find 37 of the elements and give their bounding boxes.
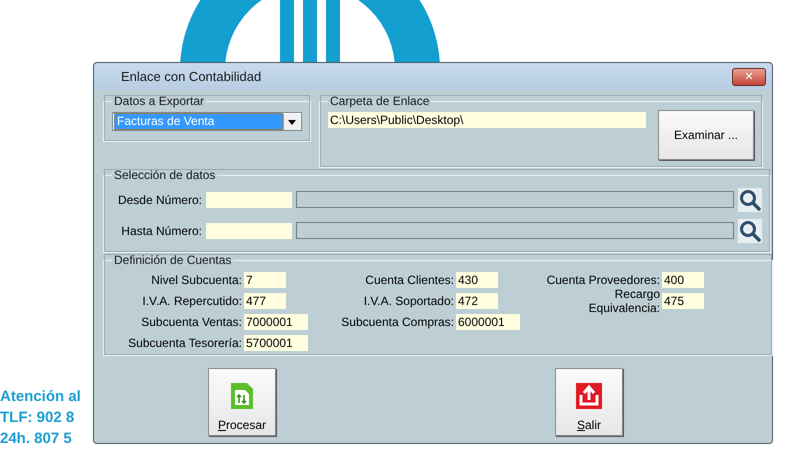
search-icon[interactable] (738, 188, 762, 212)
contact-text: 24h. 807 5 (0, 429, 73, 449)
field-label: Subcuenta Ventas: (140, 314, 242, 328)
number-field[interactable] (206, 192, 292, 208)
contact-text: Atención al (0, 387, 81, 407)
search-icon[interactable] (738, 218, 762, 242)
folder-path-field[interactable]: C:\Users\Public\Desktop\ (328, 112, 646, 128)
group-title: Datos a Exportar (113, 94, 206, 108)
group-title: Carpeta de Enlace (329, 94, 430, 108)
account-field[interactable]: 7000001 (244, 314, 308, 330)
field-label: Nivel Subcuenta: (150, 272, 242, 286)
field-label: Cuenta Proveedores: (546, 272, 660, 286)
field-label: I.V.A. Repercutido: (141, 294, 242, 308)
field-label: Recargo Equivalencia: (588, 286, 660, 314)
account-field[interactable]: 475 (662, 292, 704, 308)
field-label: Hasta Número: (120, 224, 202, 238)
browse-button[interactable]: Examinar ... (658, 110, 754, 160)
document-arrows-icon (228, 382, 256, 410)
field-label: Cuenta Clientes: (364, 272, 454, 286)
field-label: I.V.A. Soportado: (362, 294, 454, 308)
group-title: Definición de Cuentas (113, 253, 232, 267)
account-field[interactable]: 400 (662, 272, 704, 288)
process-button[interactable]: Procesar (208, 368, 276, 436)
account-field[interactable]: 5700001 (244, 334, 308, 350)
group-title: Selección de datos (113, 168, 216, 182)
account-field[interactable]: 472 (456, 292, 498, 308)
account-field[interactable]: 430 (456, 272, 498, 288)
number-field[interactable] (206, 222, 292, 238)
account-field[interactable]: 6000001 (456, 314, 520, 330)
field-label: Subcuenta Compras: (340, 314, 454, 328)
exit-button[interactable]: Salir (555, 368, 623, 436)
account-field[interactable]: 7 (244, 272, 286, 288)
window-title: Enlace con Contabilidad (121, 69, 262, 84)
field-label: Subcuenta Tesorería: (127, 336, 242, 350)
contact-text: TLF: 902 8 (0, 408, 76, 428)
account-field[interactable]: 477 (244, 292, 286, 308)
field-label: Desde Número: (116, 192, 202, 206)
